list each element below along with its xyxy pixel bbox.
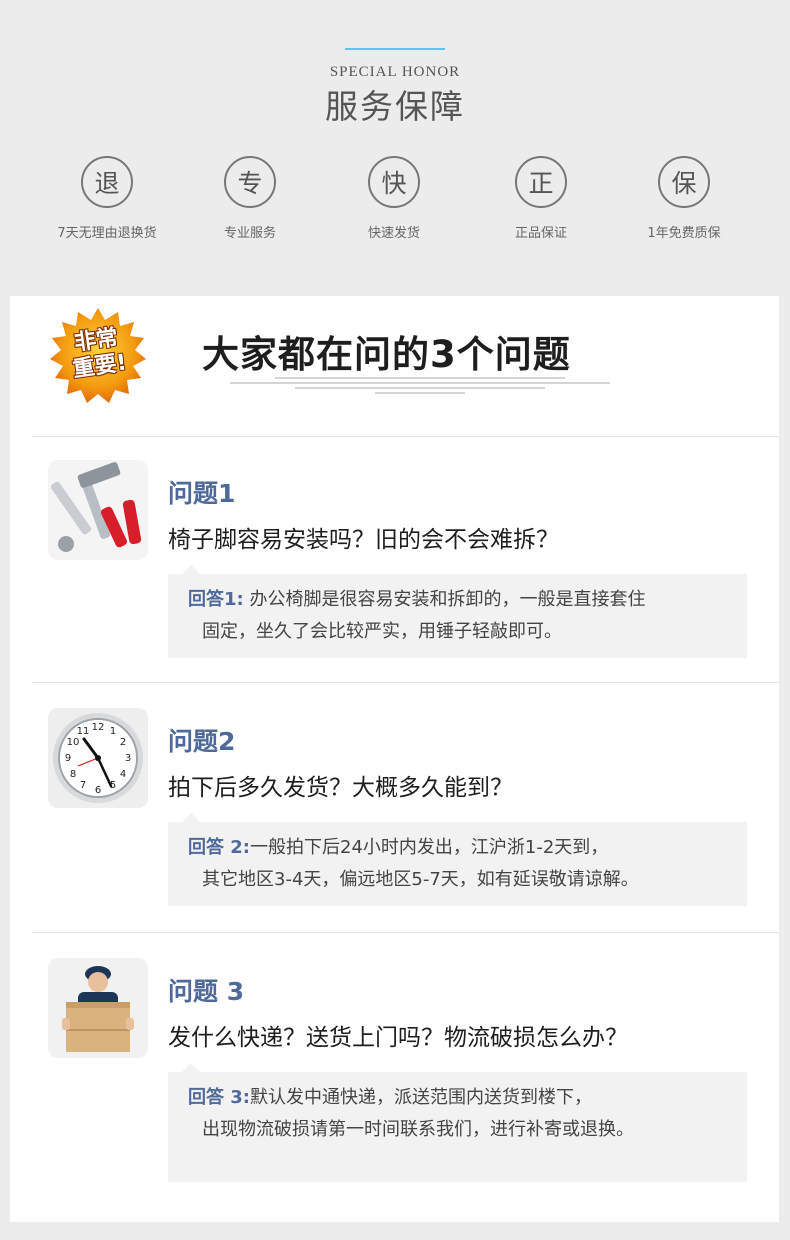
answer-label: 回答1: [188,589,244,610]
clock-icon: 12 1 2 345 678 9 10 11 [48,708,148,808]
divider [32,436,779,437]
return-icon: 退 [81,156,133,208]
faq-title: 大家都在问的3个问题 [202,333,571,376]
tools-icon [48,460,148,560]
answer-line-2: 固定，坐久了会比较严实，用锤子轻敲即可。 [202,621,562,642]
section-title-zh: 服务保障 [325,87,465,126]
question-text: 拍下后多久发货？大概多久能到？ [168,775,513,801]
section-title-en: SPECIAL HONOR [329,64,461,80]
svg-text:11: 11 [77,726,90,737]
service-list: 退 7天无理由退换货 专 专业服务 快 快速发货 正 正品保证 保 1年免费质保 [0,156,790,256]
answer-line-1: 默认发中通快递，派送范围内送货到楼下， [250,1087,592,1108]
svg-text:6: 6 [95,785,101,796]
service-label: 正品保证 [514,226,567,241]
service-item-warranty: 保 1年免费质保 [614,156,754,241]
accent-line [345,48,445,50]
svg-text:4: 4 [120,769,126,780]
service-guarantee-section: SPECIAL HONOR 服务保障 退 7天无理由退换货 专 专业服务 快 快… [0,0,790,296]
svg-text:8: 8 [70,769,76,780]
answer-box: 回答 3:默认发中通快递，派送范围内送货到楼下， 出现物流破损请第一时间联系我们… [168,1063,747,1182]
question-text: 发什么快递？送货上门吗？物流破损怎么办？ [168,1025,628,1051]
faq-item-2: 12 1 2 345 678 9 10 11 问题2 拍下后多久发货？大概多久能到？ 回… [48,708,768,928]
question-text: 椅子脚容易安装吗？旧的会不会难拆？ [168,527,559,553]
service-label: 快速发货 [367,226,420,241]
service-label: 专业服务 [223,226,276,241]
svg-text:3: 3 [125,753,131,764]
faq-item-3: 问题 3 发什么快递？送货上门吗？物流破损怎么办？ 回答 3:默认发中通快递，派… [48,958,768,1182]
question-label: 问题1 [168,479,236,508]
genuine-icon: 正 [515,156,567,208]
decorative-fine-print [230,374,610,394]
service-label: 7天无理由退换货 [57,226,157,241]
pro-icon: 专 [224,156,276,208]
answer-line-2: 出现物流破损请第一时间联系我们，进行补寄或退换。 [202,1119,634,1140]
service-item-pro: 专 专业服务 [180,156,320,241]
service-item-return: 退 7天无理由退换货 [37,156,177,241]
courier-icon [48,958,148,1058]
svg-text:10: 10 [67,737,80,748]
divider [32,932,779,933]
answer-line-2: 其它地区3-4天，偏远地区5-7天，如有延误敬请谅解。 [202,869,639,890]
service-label: 1年免费质保 [647,226,721,241]
important-badge: 非常 重要! [48,306,148,406]
service-item-fast: 快 快速发货 [324,156,464,241]
answer-label: 回答 2: [188,837,250,858]
svg-text:9: 9 [65,753,71,764]
faq-item-1: 问题1 椅子脚容易安装吗？旧的会不会难拆？ 回答1: 办公椅脚是很容易安装和拆卸… [48,460,768,680]
svg-text:1: 1 [110,726,116,737]
answer-line-1: 一般拍下后24小时内发出，江沪浙1-2天到， [250,837,609,858]
faq-card: 非常 重要! 大家都在问的3个问题 问题1 椅子脚容易安装吗？旧的会不会难拆？ [10,296,779,1222]
question-label: 问题 3 [168,977,245,1006]
divider [32,682,779,683]
fast-icon: 快 [368,156,420,208]
answer-label: 回答 3: [188,1087,250,1108]
answer-box: 回答 2:一般拍下后24小时内发出，江沪浙1-2天到， 其它地区3-4天，偏远地… [168,813,747,906]
answer-box: 回答1: 办公椅脚是很容易安装和拆卸的，一般是直接套住 固定，坐久了会比较严实，… [168,565,747,658]
svg-text:2: 2 [120,737,126,748]
warranty-icon: 保 [658,156,710,208]
svg-text:12: 12 [92,722,105,733]
question-label: 问题2 [168,727,236,756]
answer-line-1: 办公椅脚是很容易安装和拆卸的，一般是直接套住 [249,589,646,610]
svg-text:7: 7 [80,780,86,791]
service-item-genuine: 正 正品保证 [471,156,611,241]
